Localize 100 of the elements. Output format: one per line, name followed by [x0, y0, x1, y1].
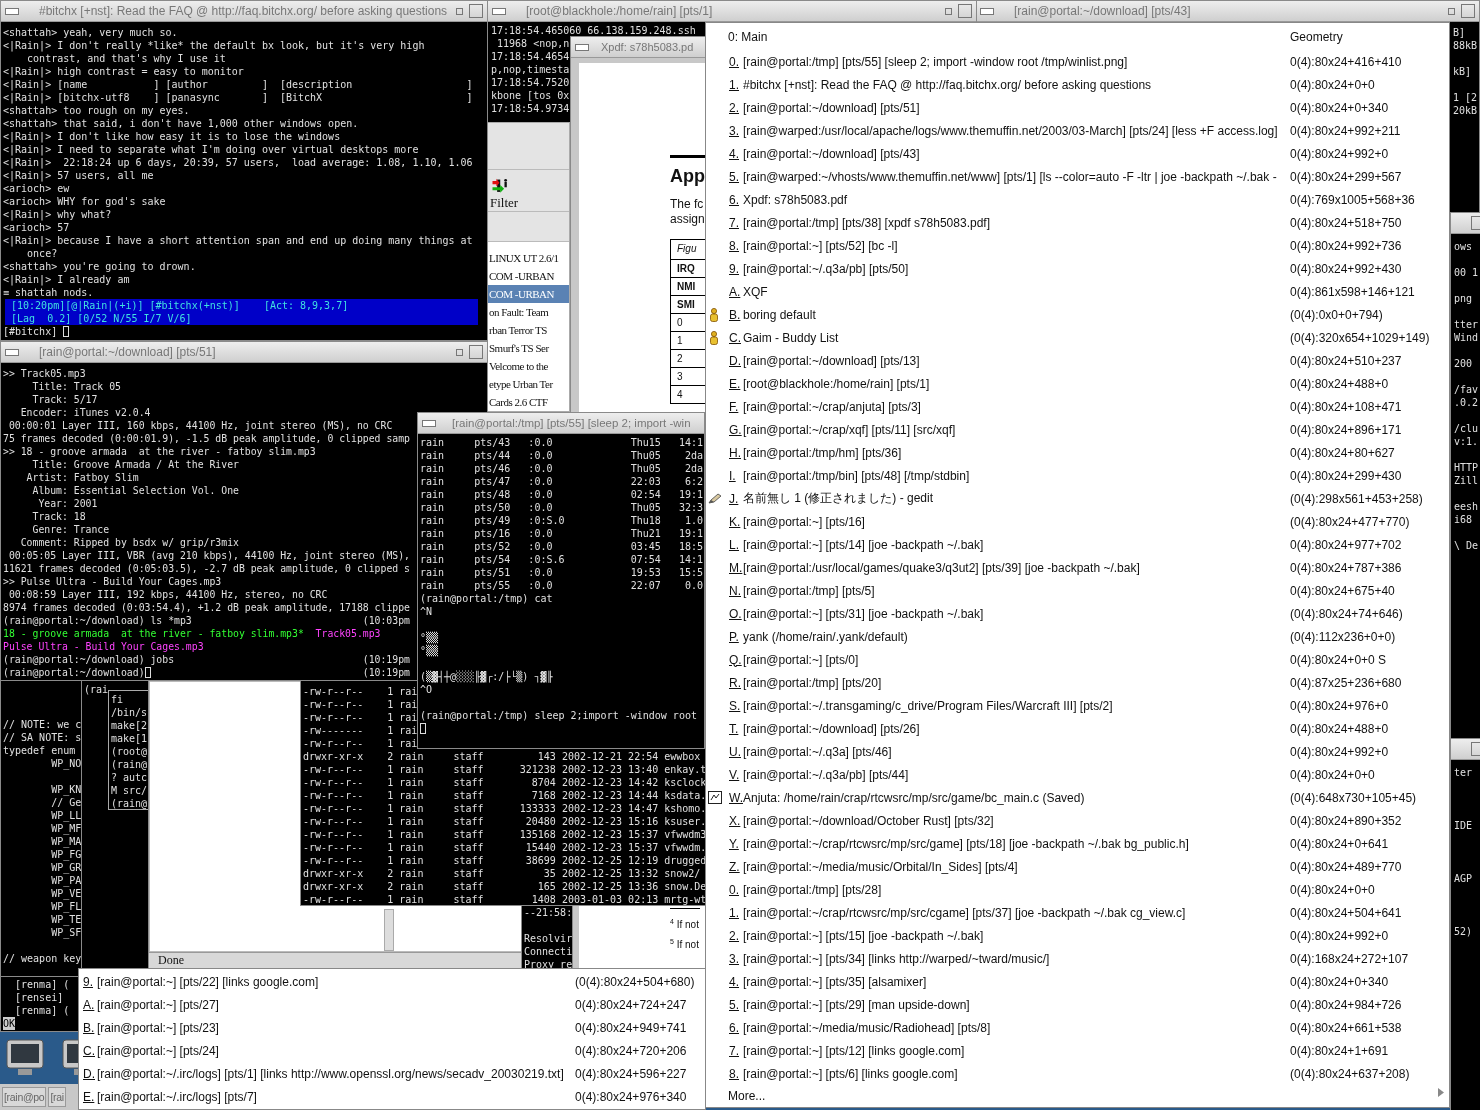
- terminal-line: rain pts/51 :0.0 19:53 15:5: [420, 566, 703, 579]
- terminal-line: -rw-r--r-- 1 rain staff 38699 2002-12-25 12:19 drugged: [303, 854, 707, 867]
- terminal-line: png: [1454, 292, 1473, 305]
- chat-line: <shattah> that said, i don't have 1,000 other windows open.: [3, 117, 359, 130]
- terminal-line: °▒▒: [420, 631, 439, 644]
- terminal-line: rain pts/55 :0.0 22:07 0.0: [420, 579, 703, 592]
- terminal-line: Resolvir: [524, 932, 572, 945]
- terminal-line: WP_FL: [50, 900, 81, 913]
- terminal-line: ^O: [420, 683, 433, 696]
- terminal-line: make[1: [111, 732, 148, 745]
- terminal-line: [renma] (: [14, 1004, 70, 1017]
- terminal-line: -rw-r--r-- 1 rain staff 7168 2002-12-23 14:44 ksdata.: [303, 789, 707, 802]
- terminal-line: 17:18:54.465060 66.138.159.248.ssh: [491, 24, 696, 37]
- prompt-time: (10:19pm: [362, 666, 410, 679]
- terminal-line: --21:58:: [524, 906, 572, 919]
- terminal-line: M src/: [111, 784, 148, 797]
- chat-line: <shattah> too rough on my eyes.: [3, 104, 190, 117]
- terminal-line: p,nop,timesta: [491, 63, 570, 76]
- terminal-line: 00:08:59 Layer III, 192 kbps, 44100 Hz, stereo, no CRC: [7, 588, 328, 601]
- terminal-line: -rw-r--r-- 1 rain staff 321238 2002-12-23 13:40 enkay.t: [303, 763, 707, 776]
- prompt-time: (10:03pm: [362, 614, 410, 627]
- terminal-line: -rw-r--r-- 1 rain staff 1408 2003-01-03 02:13 mrtg-wt: [303, 893, 707, 905]
- chat-line: <|Rain|> 22:18:24 up 6 days, 20:39, 57 users, load average: 1.08, 1.10, 1.06: [3, 156, 473, 169]
- terminal-line: drwxr-xr-x 2 rain staff 143 2002-12-21 22:54 ewwbox: [303, 750, 701, 763]
- terminal-line: °▒▒: [420, 644, 439, 657]
- terminal-line: 11621 frames decoded (0:05:03.5), -2.7 dB peak amplitude, 0 clipped s: [3, 562, 410, 575]
- terminal-line: rain pts/46 :0.0 Thu05 2da: [420, 462, 703, 475]
- prompt-time: (10:19pm: [362, 653, 410, 666]
- terminal-line: [rensei]: [14, 991, 64, 1004]
- file-name: Pulse Ultra - Build Your Cages.mp3: [3, 640, 204, 653]
- chat-line: ≡ shattah nods.: [3, 286, 94, 299]
- terminal-line: IDE: [1454, 819, 1473, 832]
- terminal-line: Zill: [1454, 474, 1479, 487]
- terminal-line: i68: [1454, 513, 1473, 526]
- window-title: [rain@portal:~/download] [pts/51]: [39, 345, 216, 359]
- terminal-line: /clu: [1454, 422, 1479, 435]
- window-title: [rain@portal:/tmp] [pts/55] [sleep 2; import -win: [452, 417, 691, 429]
- terminal-line: /fav: [1454, 383, 1479, 396]
- terminal-line: v:1.: [1454, 435, 1479, 448]
- terminal-line: WP_TE: [50, 913, 81, 926]
- chat-line: <arioch> WHY for god's sake: [3, 195, 166, 208]
- chat-line: <arioch> 57: [3, 221, 70, 234]
- terminal-line: WP_VE: [50, 887, 81, 900]
- window-title: [root@blackhole:/home/rain] [pts/1]: [526, 4, 713, 18]
- terminal-line: -rw-r--r-- 1 rai: [303, 698, 418, 711]
- terminal-line: rain pts/47 :0.0 22:03 6:2: [420, 475, 703, 488]
- column-heading: Geometry: [1290, 29, 1343, 44]
- terminal-line: -rw-r--r-- 1 rain staff 133333 2002-12-23 14:47 kshomo.: [303, 802, 707, 815]
- terminal-line: make[2: [111, 719, 148, 732]
- terminal-line: 00 1: [1454, 266, 1479, 279]
- terminal-line: WP_NO: [50, 757, 81, 770]
- terminal-line: Genre: Trance: [31, 523, 110, 536]
- chat-line: <|Rain|> 57 users, all me: [3, 169, 154, 182]
- terminal-line: Artist: Fatboy Slim: [25, 471, 139, 484]
- terminal-line: AGP: [1454, 872, 1473, 885]
- terminal-line: Year: 2001: [37, 497, 98, 510]
- terminal-line: ^N: [420, 605, 433, 618]
- terminal-line: (rain@portal:/tmp) cat: [420, 592, 553, 605]
- terminal-line: WP_MF: [50, 822, 81, 835]
- terminal-line: 20kB: [1453, 104, 1478, 117]
- terminal-line: \ De: [1454, 539, 1479, 552]
- window-title: Xpdf: s78h5083.pd: [601, 41, 694, 53]
- terminal-line: 200: [1454, 357, 1473, 370]
- terminal-line: rain pts/48 :0.0 02:54 19:1: [420, 488, 703, 501]
- terminal-line: >> 18 - groove armada at the river - fatboy slim.mp3: [3, 445, 316, 458]
- paragraph-line: assign: [670, 212, 705, 227]
- chat-line: <|Rain|> I don't really *like* the default bx look, but it's very high: [3, 39, 425, 52]
- terminal-line: typedef enum: [3, 744, 76, 757]
- terminal-line: -rw-r--r-- 1 rai: [303, 711, 418, 724]
- terminal-line: (▒▓┤┼@░░░╟▓┌:/├└▒) ┐▓╟: [420, 670, 553, 683]
- status-text: Done: [158, 953, 184, 967]
- terminal-line: Track: 18: [31, 510, 86, 523]
- terminal-line: Track: 5/17: [31, 393, 98, 406]
- terminal-line: 17:18:54.9734: [491, 102, 570, 115]
- prompt-line: (rain@portal:~/download): [3, 666, 363, 679]
- terminal-line: Proxy re: [524, 958, 572, 971]
- chat-line: <|Rain|> I already am: [3, 273, 130, 286]
- terminal-line: (rain@portal:/tmp) sleep 2;import -window root: [420, 709, 697, 722]
- terminal-line: rain pts/16 :0.0 Thu21 19:1: [420, 527, 703, 540]
- terminal-line: ? autc: [111, 771, 148, 784]
- terminal-line: -rw-r--r-- 1 rain staff 15440 2002-12-23 15:37 vfwwdm.: [303, 841, 707, 854]
- terminal-line: Comment: Ripped by bsdx w/ grip/r3mix: [19, 536, 239, 549]
- chat-line: <|Rain|> I need to separate what I'm doing over virtual desktops more: [3, 143, 419, 156]
- terminal-line: /bin/s: [111, 706, 148, 719]
- terminal-line: Album: Essential Selection Vol. One: [31, 484, 239, 497]
- terminal-line: WP_GR: [50, 861, 81, 874]
- terminal-line: rain pts/49 :0:S.0 Thu18 1.0: [420, 514, 703, 527]
- terminal-line: -rw-r--r-- 1 rai: [303, 685, 418, 698]
- terminal-line: 1 [2: [1453, 91, 1478, 104]
- terminal-line: // SA NOTE: s: [3, 731, 81, 744]
- footnote: $^{5}$ If not: [670, 936, 699, 952]
- input-prompt: [#bitchx]: [3, 326, 58, 337]
- terminal-line: >> Track05.mp3: [3, 367, 86, 380]
- file-name: Track05.mp3: [315, 627, 381, 640]
- terminal-line: -rw-r--r-- 1 rain staff 20480 2002-12-23 15:16 ksuser.: [303, 815, 707, 828]
- terminal-line: 00:00:01 Layer III, 160 kbps, 44100 Hz, joint stereo (MS), no CRC: [7, 419, 393, 432]
- terminal-line: WP_PA: [50, 874, 81, 887]
- terminal-line: 75 frames decoded (0:00:01.9), -1.5 dB peak amplitude, 0 clipped samp: [3, 432, 410, 445]
- terminal-line: rain pts/43 :0.0 Thu15 14:1: [420, 436, 703, 449]
- chat-line: <|Rain|> [bitchx-utf8 ] [panasync ] [BitchX ]: [3, 91, 473, 104]
